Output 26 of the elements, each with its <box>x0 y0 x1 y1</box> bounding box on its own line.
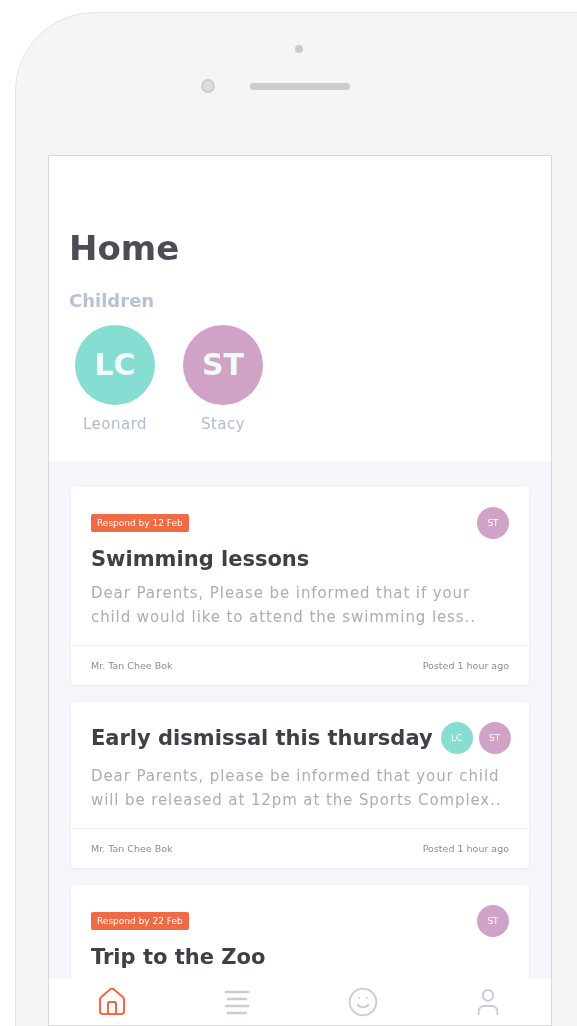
child-avatar: ST <box>477 506 509 539</box>
post-author: Mr. Tan Chee Bok <box>91 842 173 854</box>
post-excerpt: Dear Parents, Please be informed that if your child would like to attend the swimming less.. <box>91 582 477 628</box>
post-card[interactable]: Early dismissal this thursday LC ST Dear Parents, please be informed that your child will be released at 12pm at the Sports Complex.. Mr. Tan Chee Bok Posted 1 hour ago <box>71 701 529 868</box>
post-card[interactable]: Respond by 12 Feb ST Swimming lessons Dear Parents, Please be informed that if your child would like to attend the swimming less.. Mr. Tan Chee Bok Posted 1 hour ago <box>71 486 529 685</box>
post-title: Trip to the Zoo <box>91 944 267 969</box>
post-author: Mr. Tan Chee Bok <box>91 659 173 671</box>
child-avatar: ST <box>478 721 511 754</box>
post-time: Posted 1 hour ago <box>422 842 509 854</box>
section-label: Children <box>69 289 156 311</box>
child-name: Leonard <box>82 414 148 433</box>
child-avatar: ST <box>477 904 509 937</box>
smiley-icon <box>346 986 379 1018</box>
deadline-tag: Respond by 12 Feb <box>91 513 189 532</box>
sensor-dot <box>295 45 303 53</box>
post-title: Early dismissal this thursday <box>91 725 433 750</box>
post-card[interactable]: Respond by 22 Feb ST Trip to the Zoo <box>71 884 529 979</box>
deadline-tag: Respond by 22 Feb <box>91 911 189 930</box>
tab-button[interactable] <box>346 986 379 1018</box>
child-avatar: LC <box>440 721 473 754</box>
post-excerpt: Dear Parents, please be informed that your child will be released at 12pm at the Sports Complex.. <box>91 765 503 811</box>
post-title: Swimming lessons <box>91 546 311 571</box>
page-title: Home <box>69 227 181 268</box>
post-time: Posted 1 hour ago <box>422 659 509 671</box>
camera-lens <box>201 79 215 93</box>
child-name: Stacy <box>200 414 246 433</box>
